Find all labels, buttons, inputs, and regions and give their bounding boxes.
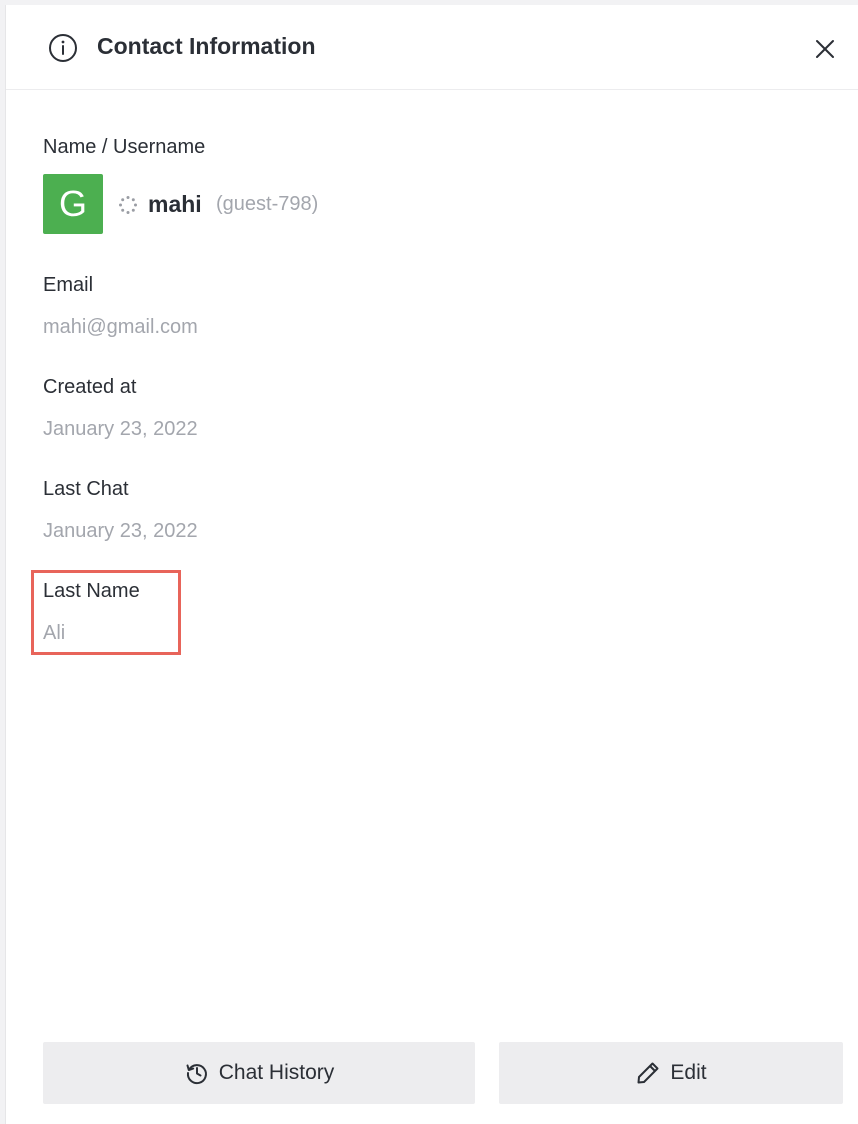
email-label: Email (43, 274, 94, 296)
avatar: G (43, 174, 103, 234)
contact-info-panel: Contact Information Name / Username G ma… (5, 5, 858, 1124)
username: mahi (148, 191, 202, 217)
email-value: mahi@gmail.com (43, 316, 198, 338)
pencil-icon (637, 1062, 659, 1084)
history-icon (186, 1064, 207, 1085)
info-circle-icon (49, 34, 77, 62)
last-name-value: Ali (43, 622, 66, 644)
last-name-label: Last Name (43, 580, 140, 602)
edit-label: Edit (670, 1061, 707, 1084)
panel-header: Contact Information (6, 5, 858, 90)
created-at-value: January 23, 2022 (43, 418, 198, 440)
chat-history-label: Chat History (218, 1061, 335, 1084)
last-chat-value: January 23, 2022 (43, 520, 198, 542)
close-icon[interactable] (809, 33, 841, 65)
guest-id: (guest-798) (216, 193, 319, 215)
created-at-label: Created at (43, 376, 137, 398)
panel-title: Contact Information (97, 33, 316, 59)
chat-history-button[interactable]: Chat History (43, 1042, 475, 1104)
loading-spinner-icon (119, 196, 137, 214)
edit-button[interactable]: Edit (499, 1042, 843, 1104)
last-chat-label: Last Chat (43, 478, 129, 500)
name-label: Name / Username (43, 136, 206, 158)
